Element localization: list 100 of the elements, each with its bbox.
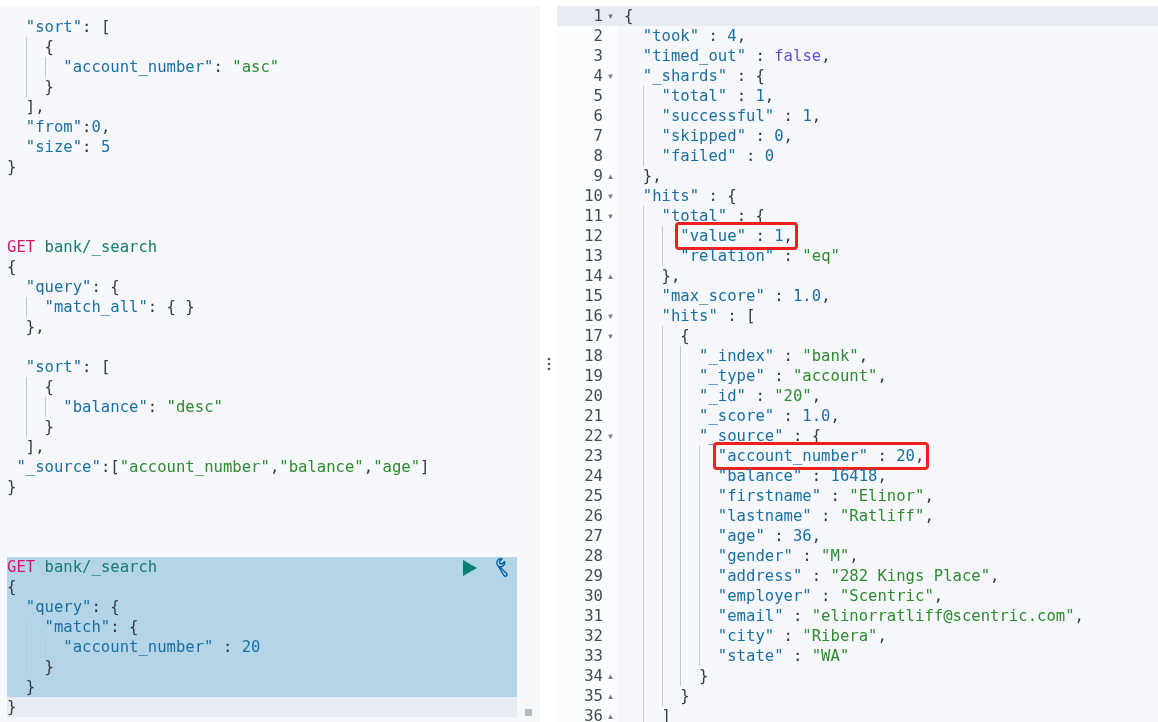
code-line: "_index" : "bank", bbox=[699, 346, 869, 366]
code-line: }, bbox=[661, 266, 681, 286]
line-number: 7 bbox=[593, 126, 603, 146]
line-number: 15 bbox=[584, 286, 603, 306]
code-line: "account_number" : 20, bbox=[717, 446, 925, 466]
code-line: "value" : 1, bbox=[680, 226, 793, 246]
line-number: 24 bbox=[584, 466, 603, 486]
drag-handle-icon[interactable] bbox=[546, 357, 551, 371]
line-number: 32 bbox=[584, 626, 603, 646]
code-line: "from":0, bbox=[25, 117, 111, 137]
code-line: "_source":["account_number","balance","age"] bbox=[16, 457, 430, 477]
code-line: { bbox=[624, 6, 634, 26]
code-line: "query": { bbox=[25, 277, 120, 297]
line-number: 34 bbox=[584, 666, 603, 686]
line-number: 30 bbox=[584, 586, 603, 606]
line-number: 6 bbox=[593, 106, 603, 126]
code-line: "successful" : 1, bbox=[661, 106, 822, 126]
line-number: 36 bbox=[584, 706, 603, 722]
fold-toggle[interactable]: ▴ bbox=[608, 171, 613, 181]
code-line: "_score" : 1.0, bbox=[699, 406, 840, 426]
code-line: "match_all": { } bbox=[44, 297, 195, 317]
line-number: 33 bbox=[584, 646, 603, 666]
code-line: "state" : "WA" bbox=[717, 646, 850, 666]
fold-toggle[interactable]: ▾ bbox=[608, 431, 613, 441]
code-line: }, bbox=[642, 166, 662, 186]
code-line: GET bank/_search bbox=[7, 237, 158, 257]
code-line: "failed" : 0 bbox=[661, 146, 775, 166]
code-line: } bbox=[7, 697, 17, 717]
code-line: } bbox=[44, 77, 54, 97]
code-line: "sort": [ bbox=[25, 17, 111, 37]
fold-toggle[interactable]: ▾ bbox=[608, 331, 613, 341]
code-line: } bbox=[680, 686, 690, 706]
code-line: "email" : "elinorratliff@scentric.com", bbox=[717, 606, 1084, 626]
line-number: 17 bbox=[584, 326, 603, 346]
line-number: 25 bbox=[584, 486, 603, 506]
fold-toggle[interactable]: ▾ bbox=[608, 211, 613, 221]
line-number: 21 bbox=[584, 406, 603, 426]
fold-toggle[interactable]: ▴ bbox=[608, 271, 613, 281]
code-line: "_type" : "account", bbox=[699, 366, 887, 386]
line-number: 3 bbox=[593, 46, 603, 66]
line-number: 4 bbox=[593, 66, 603, 86]
code-line: "max_score" : 1.0, bbox=[661, 286, 831, 306]
code-line: } bbox=[44, 417, 54, 437]
code-line: "timed_out" : false, bbox=[642, 46, 831, 66]
line-number: 22 bbox=[584, 426, 603, 446]
code-line: GET bank/_search bbox=[7, 557, 158, 577]
line-number: 5 bbox=[593, 86, 603, 106]
line-number: 8 bbox=[593, 146, 603, 166]
line-number: 12 bbox=[584, 226, 603, 246]
code-line: "account_number" : 20 bbox=[63, 637, 261, 657]
code-line: ], bbox=[25, 97, 45, 117]
code-line: "skipped" : 0, bbox=[661, 126, 793, 146]
line-number: 18 bbox=[584, 346, 603, 366]
code-line: "took" : 4, bbox=[642, 26, 747, 46]
fold-toggle[interactable]: ▴ bbox=[608, 671, 613, 681]
scrollbar-thumb[interactable] bbox=[525, 709, 532, 716]
code-line: "balance" : 16418, bbox=[717, 466, 887, 486]
fold-toggle[interactable]: ▾ bbox=[608, 71, 613, 81]
line-number: 10 bbox=[584, 186, 603, 206]
line-number: 14 bbox=[584, 266, 603, 286]
code-line: "total" : 1, bbox=[661, 86, 775, 106]
code-line: "city" : "Ribera", bbox=[717, 626, 887, 646]
line-number: 11 bbox=[584, 206, 603, 226]
code-line: "sort": [ bbox=[25, 357, 111, 377]
fold-toggle[interactable]: ▾ bbox=[608, 11, 613, 21]
line-number: 26 bbox=[584, 506, 603, 526]
code-line: { bbox=[44, 377, 54, 397]
code-line: } bbox=[25, 677, 36, 697]
code-line: { bbox=[7, 577, 17, 597]
code-line: "query": { bbox=[25, 597, 120, 617]
line-number: 2 bbox=[593, 26, 603, 46]
code-line: "firstname" : "Elinor", bbox=[717, 486, 934, 506]
line-number: 9 bbox=[593, 166, 603, 186]
code-line: "_shards" : { bbox=[642, 66, 765, 86]
line-number: 23 bbox=[584, 446, 603, 466]
code-line: { bbox=[44, 37, 54, 57]
code-line: "match": { bbox=[44, 617, 139, 637]
code-line: "address" : "282 Kings Place", bbox=[717, 566, 1000, 586]
code-line: ], bbox=[25, 437, 45, 457]
fold-toggle[interactable]: ▴ bbox=[608, 711, 613, 721]
code-line: "age" : 36, bbox=[717, 526, 822, 546]
fold-toggle[interactable]: ▾ bbox=[608, 191, 613, 201]
code-line: "hits" : [ bbox=[661, 306, 756, 326]
code-line: "lastname" : "Ratliff", bbox=[717, 506, 934, 526]
play-icon[interactable] bbox=[462, 559, 478, 577]
code-line: "employer" : "Scentric", bbox=[717, 586, 944, 606]
code-line: "size": 5 bbox=[25, 137, 111, 157]
code-line: "relation" : "eq" bbox=[680, 246, 840, 266]
code-line: "hits" : { bbox=[642, 186, 737, 206]
fold-toggle[interactable]: ▴ bbox=[608, 691, 613, 701]
line-number: 13 bbox=[584, 246, 603, 266]
selected-request[interactable]: GET bank/_search { "query": { "match": { "account_number" : 20 } } } bbox=[7, 557, 517, 717]
code-line: "_id" : "20", bbox=[699, 386, 822, 406]
line-number: 29 bbox=[584, 566, 603, 586]
code-line: { bbox=[680, 326, 690, 346]
line-number: 16 bbox=[584, 306, 603, 326]
line-number: 20 bbox=[584, 386, 603, 406]
code-line: } bbox=[44, 657, 54, 677]
fold-toggle[interactable]: ▾ bbox=[608, 311, 613, 321]
line-number: 1 bbox=[593, 6, 603, 26]
